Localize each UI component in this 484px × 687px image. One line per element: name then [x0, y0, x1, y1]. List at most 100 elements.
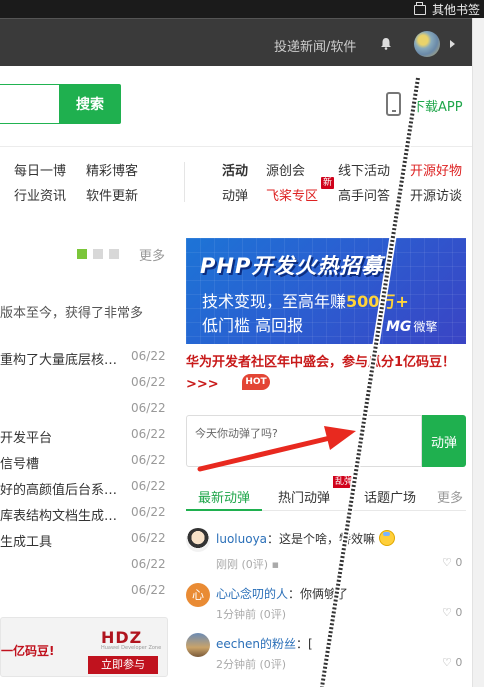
caret-right-icon[interactable]	[450, 40, 455, 48]
logo-mark: MG	[386, 319, 412, 335]
nav-dongtan[interactable]: 动弹	[222, 185, 248, 204]
search-button[interactable]: 搜索	[59, 84, 121, 124]
divider	[0, 146, 472, 147]
banner-headline: PHP开发火热招募	[200, 254, 384, 278]
join-button[interactable]: 立即参与	[88, 656, 158, 674]
logo-sub: 微擎	[413, 320, 438, 334]
heart-icon: ♡	[442, 606, 452, 619]
site-header: 投递新闻/软件	[0, 18, 472, 66]
scrollbar[interactable]	[472, 18, 484, 687]
avatar[interactable]: 心	[186, 583, 210, 607]
news-intro: 版本至今，获得了非常多	[0, 306, 144, 321]
submit-news-link[interactable]: 投递新闻/软件	[274, 36, 356, 55]
feed-time: 1分钟前	[216, 608, 256, 621]
feed-meta: 1分钟前 (0评)	[216, 606, 286, 622]
news-item-date: 06/22	[131, 427, 166, 441]
nav-software-update[interactable]: 软件更新	[86, 185, 138, 204]
nav-open-source-goods[interactable]: 开源好物	[410, 160, 462, 179]
user-avatar[interactable]	[414, 31, 440, 57]
nav-yuanchuanghui[interactable]: 源创会	[266, 160, 305, 179]
pager-dot-active[interactable]	[77, 249, 87, 259]
like-button[interactable]: ♡ 0	[442, 606, 462, 619]
folder-icon	[413, 1, 426, 15]
heart-icon: ♡	[442, 656, 452, 669]
nav-activity[interactable]: 活动	[222, 160, 248, 179]
huawei-promo-link[interactable]: 华为开发者社区年中盛会，参与瓜分1亿码豆！>>>	[186, 352, 466, 396]
heart-icon: ♡	[442, 556, 452, 569]
feed-username[interactable]: 心心念叨的人	[216, 587, 288, 601]
like-count: 0	[455, 606, 463, 619]
download-app-link[interactable]: 下载APP	[412, 96, 463, 115]
banner-line2-text: 技术变现，至高年赚	[202, 292, 347, 311]
news-item-title[interactable]: 信号槽	[0, 453, 39, 472]
other-bookmarks-label: 其他书签	[431, 3, 480, 17]
news-item-title[interactable]: 重构了大量底层核…	[0, 349, 117, 368]
news-item-date: 06/22	[131, 453, 166, 467]
image-icon: ▪	[271, 558, 280, 571]
hdz-logo-sub: Huawei Developer Zone	[101, 645, 162, 651]
feed-comments[interactable]: (0评)	[242, 558, 269, 571]
feed-time: 2分钟前	[216, 658, 256, 671]
news-item-date: 06/22	[131, 349, 166, 363]
feed-text: ：这是个啥，特效嘛	[267, 532, 376, 546]
tab-hot-dongtan[interactable]: 热门动弹	[278, 487, 330, 506]
banner-highlight: 500万+	[346, 292, 409, 311]
nav-open-source-interview[interactable]: 开源访谈	[410, 185, 462, 204]
php-recruit-banner[interactable]: PHP开发火热招募 技术变现，至高年赚500万+ 低门槛 高回报 MG 微擎	[186, 238, 466, 344]
tab-more[interactable]: 更多	[437, 487, 463, 506]
feed-text: ：你俩够了	[288, 587, 349, 601]
feed-username[interactable]: luoluoya	[216, 532, 267, 546]
new-badge: 新	[321, 177, 335, 189]
more-link[interactable]: 更多	[139, 245, 165, 264]
search-input[interactable]	[0, 84, 60, 124]
sweat-emoji-icon	[378, 530, 395, 546]
feed-post[interactable]: 心心念叨的人：你俩够了	[216, 585, 348, 602]
browser-bookmark-bar: 其他书签	[0, 0, 484, 18]
banner-line3: 低门槛 高回报	[202, 316, 304, 335]
other-bookmarks[interactable]: 其他书签	[413, 1, 480, 18]
pager-dot[interactable]	[93, 249, 103, 259]
nav-expert-qa[interactable]: 高手问答	[338, 185, 390, 204]
nav-featured-blog[interactable]: 精彩博客	[86, 160, 138, 179]
pager-dot[interactable]	[109, 249, 119, 259]
news-item-date: 06/22	[131, 583, 166, 597]
news-item-title[interactable]: 开发平台	[0, 427, 52, 446]
ad-text: 一亿码豆!	[1, 644, 55, 658]
tab-latest-dongtan[interactable]: 最新动弹	[198, 487, 250, 506]
news-item-date: 06/22	[131, 531, 166, 545]
weiqing-logo: MG 微擎	[386, 318, 437, 335]
nav-offline-activity[interactable]: 线下活动	[338, 160, 390, 179]
feed-time: 刚刚	[216, 558, 238, 571]
phone-icon[interactable]	[386, 92, 401, 116]
feed-text: ：[	[295, 637, 313, 651]
news-item-title[interactable]: 生成工具	[0, 531, 52, 550]
feed-meta: 刚刚 (0评) ▪	[216, 556, 279, 572]
news-item-date: 06/22	[131, 505, 166, 519]
active-tab-indicator	[186, 509, 262, 511]
feed-username[interactable]: eechen的粉丝	[216, 637, 296, 651]
hot-badge: HOT	[242, 374, 270, 390]
avatar[interactable]	[186, 633, 210, 657]
feed-comments[interactable]: (0评)	[260, 658, 287, 671]
tab-topic-square[interactable]: 话题广场	[364, 487, 416, 506]
news-item-date: 06/22	[131, 375, 166, 389]
like-count: 0	[455, 656, 463, 669]
nav-industry-news[interactable]: 行业资讯	[14, 185, 66, 204]
banner-line2: 技术变现，至高年赚500万+	[202, 288, 409, 312]
hdz-ad-banner[interactable]: 一亿码豆! HDZ Huawei Developer Zone 立即参与	[0, 617, 168, 677]
bell-icon[interactable]	[380, 37, 392, 50]
nav-paddle-zone[interactable]: 飞桨专区	[266, 185, 318, 204]
news-item-title[interactable]: 库表结构文档生成…	[0, 505, 117, 524]
avatar[interactable]	[186, 528, 210, 552]
feed-comments[interactable]: (0评)	[260, 608, 287, 621]
nav-daily-blog[interactable]: 每日一博	[14, 160, 66, 179]
feed-post[interactable]: luoluoya：这是个啥，特效嘛	[216, 530, 395, 547]
feed-post[interactable]: eechen的粉丝：[	[216, 635, 313, 652]
like-button[interactable]: ♡ 0	[442, 656, 462, 669]
nav-divider	[184, 162, 185, 202]
dongtan-input[interactable]: 今天你动弹了吗?	[186, 415, 422, 467]
luantan-badge: 乱弹	[333, 476, 356, 488]
news-item-title[interactable]: 好的高颜值后台系…	[0, 479, 117, 498]
dongtan-submit-button[interactable]: 动弹	[422, 415, 466, 467]
like-button[interactable]: ♡ 0	[442, 556, 462, 569]
